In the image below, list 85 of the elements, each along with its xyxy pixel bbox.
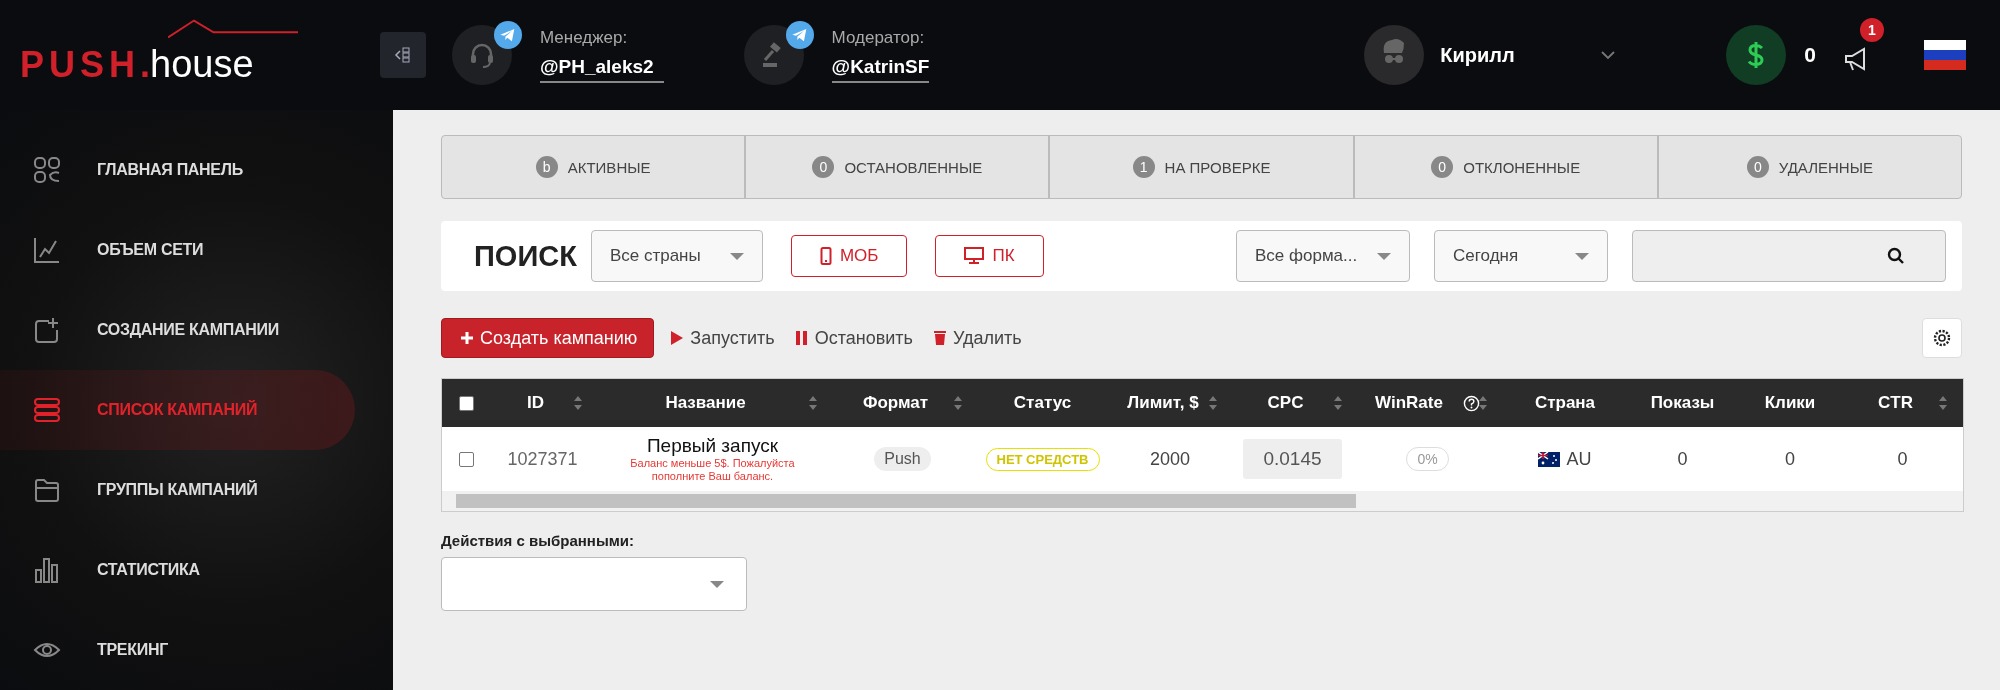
select-all-checkbox[interactable]	[458, 395, 474, 411]
australian-flag-icon	[1538, 451, 1561, 467]
country-select[interactable]: Все страны	[590, 230, 763, 282]
start-button[interactable]: Запустить	[666, 327, 779, 349]
status-tab[interactable]: 0 ОСТАНОВЛЕННЫЕ	[746, 136, 1051, 198]
status-tab[interactable]: 0 УДАЛЕННЫЕ	[1658, 136, 1961, 198]
settings-button[interactable]	[1922, 318, 1962, 358]
sidebar-item[interactable]: СПИСОК КАМПАНИЙ	[0, 370, 355, 450]
folder-icon	[33, 476, 61, 504]
create-campaign-button[interactable]: Создать кампанию	[441, 318, 655, 358]
logo[interactable]: PUSH.house	[0, 42, 290, 86]
telegram-icon[interactable]	[494, 21, 522, 49]
russian-flag-icon[interactable]	[1924, 40, 1966, 70]
sidebar-item[interactable]: ОБЪЕМ СЕТИ	[0, 210, 355, 290]
monitor-icon	[964, 247, 985, 265]
cpc-field[interactable]: 0.0145	[1243, 439, 1342, 479]
bulk-actions-label: Действия с выбранными:	[441, 532, 635, 549]
contact-label: Менеджер:	[540, 27, 629, 48]
chevron-down-icon[interactable]	[1600, 50, 1617, 60]
warning-text: Баланс меньше 5$. Пожалуйста пополните Ваш баланс.	[629, 457, 796, 483]
user-avatar-icon[interactable]	[1364, 25, 1425, 85]
column-header[interactable]: Страна	[1534, 393, 1596, 413]
notification-badge: 1	[1860, 18, 1884, 42]
horizontal-scrollbar[interactable]	[442, 491, 1963, 511]
column-header[interactable]: WinRate	[1375, 393, 1443, 413]
mobile-filter-button[interactable]: МОБ	[790, 235, 908, 277]
table-cell: 0	[1677, 448, 1688, 470]
bars-icon	[33, 556, 61, 584]
sort-icon[interactable]	[1478, 395, 1488, 411]
balance-amount: 0	[1804, 43, 1816, 67]
sidebar-item[interactable]: ГЛАВНАЯ ПАНЕЛЬ	[0, 130, 355, 210]
row-checkbox[interactable]	[458, 451, 474, 467]
column-header[interactable]: Показы	[1650, 393, 1715, 413]
pause-icon	[794, 330, 809, 346]
column-header[interactable]: ID	[527, 393, 544, 413]
play-icon	[670, 330, 685, 346]
settings-icon	[1932, 328, 1952, 348]
list-icon	[33, 396, 61, 424]
column-header[interactable]: Формат	[862, 393, 929, 413]
contact-link[interactable]: @KatrinSF	[831, 55, 930, 83]
sidebar-item[interactable]: СТАТИСТИКА	[0, 530, 355, 610]
column-header[interactable]: Лимит, $	[1127, 393, 1199, 413]
table-cell: 0	[1785, 448, 1795, 470]
period-select[interactable]: Сегодня	[1434, 230, 1608, 282]
plus-icon	[33, 316, 61, 344]
sidebar-item[interactable]: СОЗДАНИЕ КАМПАНИИ	[0, 290, 355, 370]
format-tag: Push	[874, 447, 931, 471]
plus-icon	[460, 331, 474, 345]
search-icon	[1887, 247, 1905, 265]
delete-button[interactable]: Удалить	[928, 327, 1026, 349]
sidebar-item[interactable]: ТРЕКИНГ	[0, 610, 355, 690]
campaign-name[interactable]: Первый запуск	[646, 435, 779, 458]
table-cell: AU	[1566, 448, 1592, 470]
stop-button[interactable]: Остановить	[790, 327, 917, 349]
status-tab[interactable]: 1 НА ПРОВЕРКЕ	[1050, 136, 1355, 198]
column-header[interactable]: Статус	[1013, 393, 1072, 413]
desktop-filter-button[interactable]: ПК	[935, 235, 1044, 277]
telegram-icon[interactable]	[785, 21, 814, 49]
contact-label: Модератор:	[831, 27, 926, 48]
collapse-icon	[394, 46, 412, 64]
status-tab[interactable]: 0 ОТКЛОНЕННЫЕ	[1354, 136, 1659, 198]
search-title: ПОИСК	[474, 239, 577, 273]
sidebar-item[interactable]: ГРУППЫ КАМПАНИЙ	[0, 450, 355, 530]
search-field[interactable]	[1632, 230, 1946, 282]
column-header[interactable]: Клики	[1764, 393, 1816, 413]
chart-icon	[33, 236, 61, 264]
caret-icon	[710, 580, 724, 588]
column-header[interactable]: Название	[665, 393, 746, 413]
column-header[interactable]: CPC	[1267, 393, 1304, 413]
help-icon[interactable]	[1462, 394, 1480, 412]
trash-icon	[932, 330, 947, 346]
caret-icon	[1377, 252, 1391, 260]
caret-icon	[1575, 252, 1589, 260]
table-cell: 0	[1897, 448, 1908, 470]
status-tab[interactable]: b АКТИВНЫЕ	[442, 136, 747, 198]
caret-icon	[729, 252, 744, 260]
contact-link[interactable]: @PH_aleks2	[540, 55, 664, 83]
collapse-sidebar-button[interactable]	[380, 32, 426, 78]
column-header[interactable]: CTR	[1878, 393, 1913, 413]
user-name[interactable]: Кирилл	[1440, 43, 1601, 67]
phone-icon	[819, 247, 832, 265]
format-select[interactable]: Все форма...	[1236, 230, 1410, 282]
grid-icon	[33, 156, 61, 184]
table-cell: 1027371	[507, 448, 578, 470]
table-cell: 2000	[1149, 448, 1190, 470]
